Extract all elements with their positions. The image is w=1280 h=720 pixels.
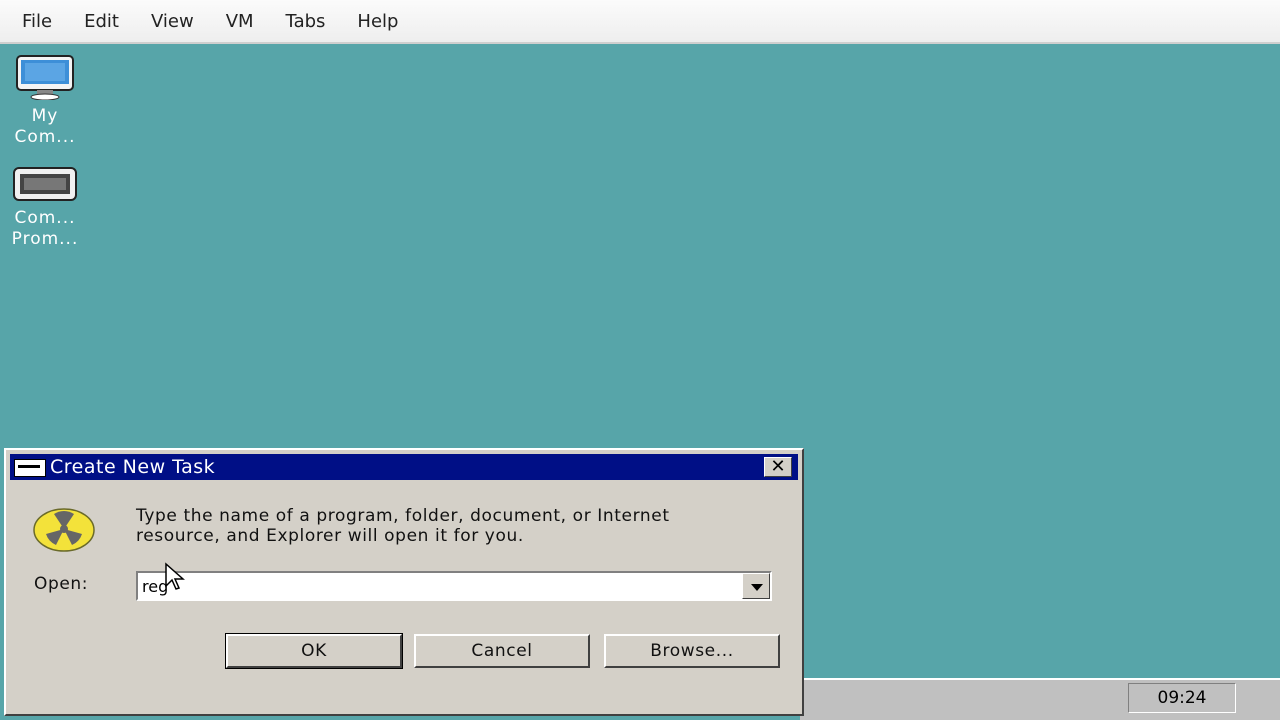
ok-button[interactable]: OK — [225, 633, 403, 669]
host-menubar: File Edit View VM Tabs Help — [0, 0, 1280, 44]
message-line-1: Type the name of a program, folder, docu… — [136, 506, 670, 526]
open-combobox[interactable] — [136, 571, 772, 601]
create-new-task-dialog: Create New Task ✕ Type the name of a pro… — [4, 448, 804, 716]
window-menu-icon[interactable] — [14, 459, 46, 477]
dialog-message: Type the name of a program, folder, docu… — [136, 506, 786, 546]
open-input[interactable] — [142, 575, 732, 597]
my-computer-icon — [16, 55, 74, 101]
close-button[interactable]: ✕ — [764, 457, 792, 477]
dialog-titlebar[interactable]: Create New Task ✕ — [10, 454, 798, 480]
mouse-pointer-icon — [165, 562, 185, 590]
radiation-icon — [33, 508, 95, 552]
browse-button[interactable]: Browse... — [604, 634, 780, 668]
menu-help[interactable]: Help — [341, 11, 414, 32]
menu-view[interactable]: View — [135, 11, 210, 32]
desktop-icon-command-prompt[interactable]: Com... Prom... — [0, 166, 90, 250]
taskbar-clock[interactable]: 09:24 — [1128, 683, 1236, 713]
command-prompt-icon — [13, 167, 77, 201]
cancel-button[interactable]: Cancel — [414, 634, 590, 668]
command-prompt-label-1: Com... — [14, 208, 76, 228]
menu-edit[interactable]: Edit — [68, 11, 135, 32]
menu-vm[interactable]: VM — [210, 11, 270, 32]
menu-tabs[interactable]: Tabs — [270, 11, 342, 32]
dialog-title: Create New Task — [50, 456, 216, 478]
message-line-2: resource, and Explorer will open it for … — [136, 526, 524, 546]
dropdown-arrow-button[interactable] — [742, 573, 770, 599]
menu-file[interactable]: File — [6, 11, 68, 32]
my-computer-label-2: Com... — [14, 127, 76, 147]
desktop-icon-my-computer[interactable]: My Com... — [0, 54, 90, 148]
command-prompt-label-2: Prom... — [11, 229, 79, 249]
open-label: Open: — [34, 574, 89, 594]
my-computer-label-1: My — [31, 106, 59, 126]
